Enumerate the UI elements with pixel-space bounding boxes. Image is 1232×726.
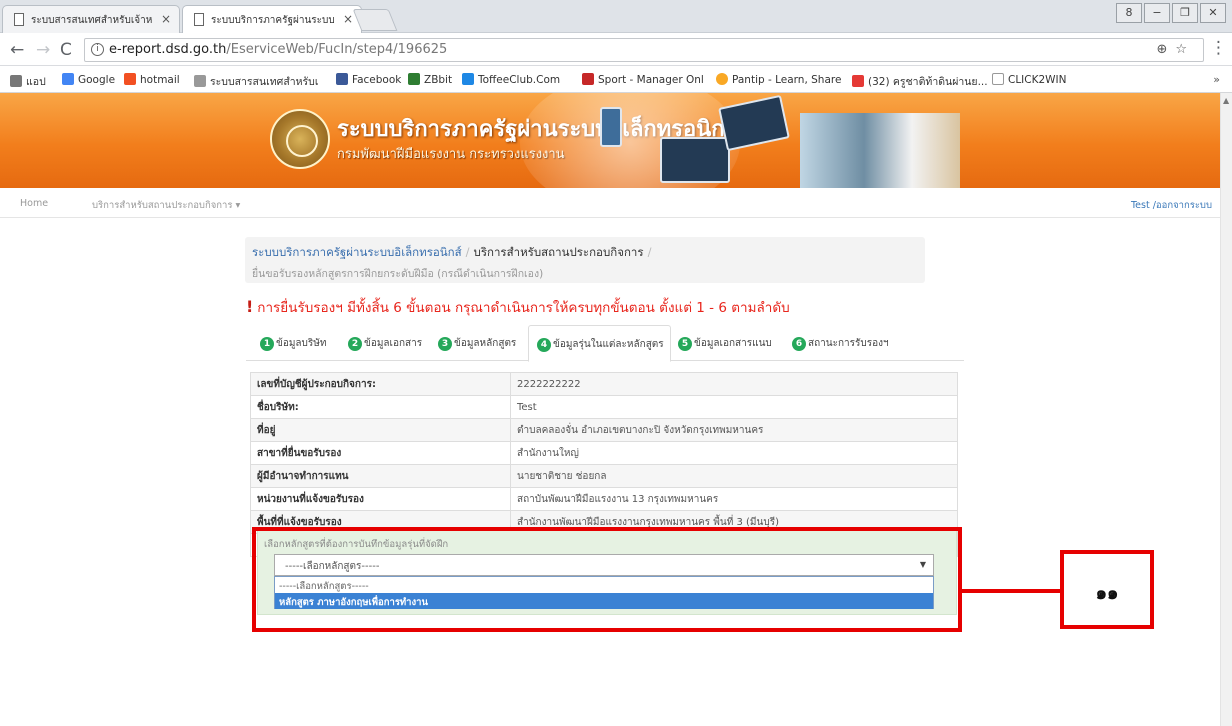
annotation-connector-line: [962, 589, 1062, 593]
steps-notice: ! การยื่นรับรองฯ มีทั้งสิ้น 6 ขั้นตอน กรุ…: [246, 297, 790, 316]
close-tab-icon[interactable]: ×: [161, 12, 171, 26]
tab-step-3[interactable]: 3 ข้อมูลหลักสูตร: [438, 325, 516, 361]
annotation-step-label: ๑๑: [1060, 550, 1154, 629]
services-menu[interactable]: บริการสำหรับสถานประกอบกิจการ ▾: [92, 198, 240, 213]
bookmark-zbbit[interactable]: ZBbit: [408, 73, 452, 86]
browser-tab-2[interactable]: ระบบบริการภาครัฐผ่านระบบ ×: [182, 5, 362, 33]
more-bookmarks-icon[interactable]: »: [1213, 73, 1220, 86]
user-profile-button[interactable]: 8: [1116, 3, 1142, 23]
bookmark-apps[interactable]: แอป: [10, 73, 46, 90]
breadcrumb-separator: /: [647, 245, 652, 259]
minimize-button[interactable]: −: [1144, 3, 1170, 23]
gmail-icon: [582, 73, 594, 85]
reload-icon[interactable]: C: [60, 40, 72, 60]
document-icon: [14, 13, 24, 26]
new-tab-button[interactable]: [352, 9, 398, 31]
tab-step-1[interactable]: 1 ข้อมูลบริษัท: [260, 325, 326, 361]
window-controls: 8 − ❐ ✕: [1116, 3, 1226, 23]
table-row: หน่วยงานที่แจ้งขอรับรอง สถาบันพัฒนาฝีมือแ…: [250, 487, 958, 511]
browser-tab-title: ระบบบริการภาครัฐผ่านระบบ: [211, 15, 335, 26]
youtube-icon: [852, 75, 864, 87]
google-icon: [62, 73, 74, 85]
ministry-seal-logo: [270, 109, 330, 169]
tablet-image: [718, 94, 790, 152]
menu-icon[interactable]: ⋮: [1210, 38, 1227, 58]
info-icon[interactable]: i: [91, 43, 104, 56]
address-bar-row: ← → C i e-report.dsd.go.th/EserviceWeb/F…: [0, 33, 1232, 66]
breadcrumb-subtitle: ยื่นขอรับรองหลักสูตรการฝึกยกระดับฝีมือ (…: [252, 268, 544, 280]
toffeeclub-icon: [462, 73, 474, 85]
document-icon: [194, 13, 204, 26]
url-domain: e-report.dsd.go.th: [109, 42, 227, 57]
table-row: ที่อยู่ ตำบลคลองจั่น อำเภอเขตบางกะปิ จังห…: [250, 418, 958, 442]
top-navigation: Home บริการสำหรับสถานประกอบกิจการ ▾ Test…: [0, 188, 1220, 218]
bookmark-pantip[interactable]: Pantip - Learn, Share: [716, 73, 841, 86]
breadcrumb-current: บริการสำหรับสถานประกอบกิจการ: [473, 245, 644, 259]
bookmark-info-system[interactable]: ระบบสารสนเทศสำหรับเ: [194, 73, 318, 90]
phone-image: [600, 107, 622, 147]
facebook-icon: [336, 73, 348, 85]
breadcrumb-root[interactable]: ระบบบริการภาครัฐผ่านระบบอิเล็กทรอนิกส์: [252, 245, 462, 259]
browser-tab-1[interactable]: ระบบสารสนเทศสำหรับเจ้าห ×: [2, 5, 180, 33]
page-icon: [992, 73, 1004, 85]
tab-step-5[interactable]: 5 ข้อมูลเอกสารแนบ: [678, 325, 772, 361]
page-icon: [194, 75, 206, 87]
zbbit-icon: [408, 73, 420, 85]
tab-step-6[interactable]: 6 สถานะการรับรองฯ: [792, 325, 889, 361]
bookmark-sport-manager[interactable]: Sport - Manager Onl: [582, 73, 704, 86]
back-icon[interactable]: ←: [10, 40, 24, 60]
exclamation-icon: !: [246, 297, 254, 316]
browser-tab-strip: ระบบสารสนเทศสำหรับเจ้าห × ระบบบริการภาคร…: [0, 0, 1232, 33]
bookmark-toffeeclub[interactable]: ToffeeClub.Com: [462, 73, 560, 86]
maximize-button[interactable]: ❐: [1172, 3, 1198, 23]
forward-icon[interactable]: →: [36, 40, 50, 60]
table-row: ผู้มีอำนาจทำการแทน นายชาติชาย ช่อยกล: [250, 464, 958, 488]
breadcrumb-separator: /: [465, 245, 470, 259]
apps-icon: [10, 75, 22, 87]
logout-link[interactable]: Test /ออกจากระบบ: [1131, 198, 1212, 213]
annotation-highlight-box: [252, 527, 962, 632]
bookmark-google[interactable]: Google: [62, 73, 115, 86]
table-row: เลขที่บัญชีผู้ประกอบกิจการ: 2222222222: [250, 372, 958, 396]
pantip-icon: [716, 73, 728, 85]
site-banner: ระบบบริการภาครัฐผ่านระบบอิเล็กทรอนิกส์ ก…: [0, 93, 1220, 188]
scroll-up-icon[interactable]: ▲: [1223, 96, 1229, 105]
url-path: /EserviceWeb/FucIn/step4/196625: [226, 42, 448, 57]
table-row: ชื่อบริษัท: Test: [250, 395, 958, 419]
windows-icon: [124, 73, 136, 85]
worker-photo: [800, 113, 960, 188]
bookmark-facebook[interactable]: Facebook: [336, 73, 401, 86]
breadcrumb: ระบบบริการภาครัฐผ่านระบบอิเล็กทรอนิกส์ / บ…: [245, 237, 925, 283]
url-input[interactable]: i e-report.dsd.go.th/EserviceWeb/FucIn/s…: [84, 38, 1204, 62]
bookmark-click2win[interactable]: CLICK2WIN: [992, 73, 1067, 86]
bookmark-youtube[interactable]: (32) ครูชาติท้าดินผ่านย...: [852, 73, 988, 90]
close-tab-icon[interactable]: ×: [343, 12, 353, 26]
bookmarks-bar: แอป Google hotmail ระบบสารสนเทศสำหรับเ F…: [0, 66, 1232, 93]
home-link[interactable]: Home: [20, 198, 48, 209]
tab-step-4[interactable]: 4 ข้อมูลรุ่นในแต่ละหลักสูตร: [528, 325, 671, 362]
table-row: สาขาที่ยื่นขอรับรอง สำนักงานใหญ่: [250, 441, 958, 465]
browser-tab-title: ระบบสารสนเทศสำหรับเจ้าห: [31, 15, 153, 26]
monitor-image: [660, 137, 730, 183]
close-window-button[interactable]: ✕: [1200, 3, 1226, 23]
tab-step-2[interactable]: 2 ข้อมูลเอกสาร: [348, 325, 422, 361]
page-scrollbar[interactable]: ▲: [1220, 93, 1232, 726]
step-tabs: 1 ข้อมูลบริษัท 2 ข้อมูลเอกสาร 3 ข้อมูลหลักส…: [246, 325, 964, 362]
bookmark-hotmail[interactable]: hotmail: [124, 73, 180, 86]
zoom-and-bookmark-icons[interactable]: ⊕☆: [1156, 42, 1195, 57]
